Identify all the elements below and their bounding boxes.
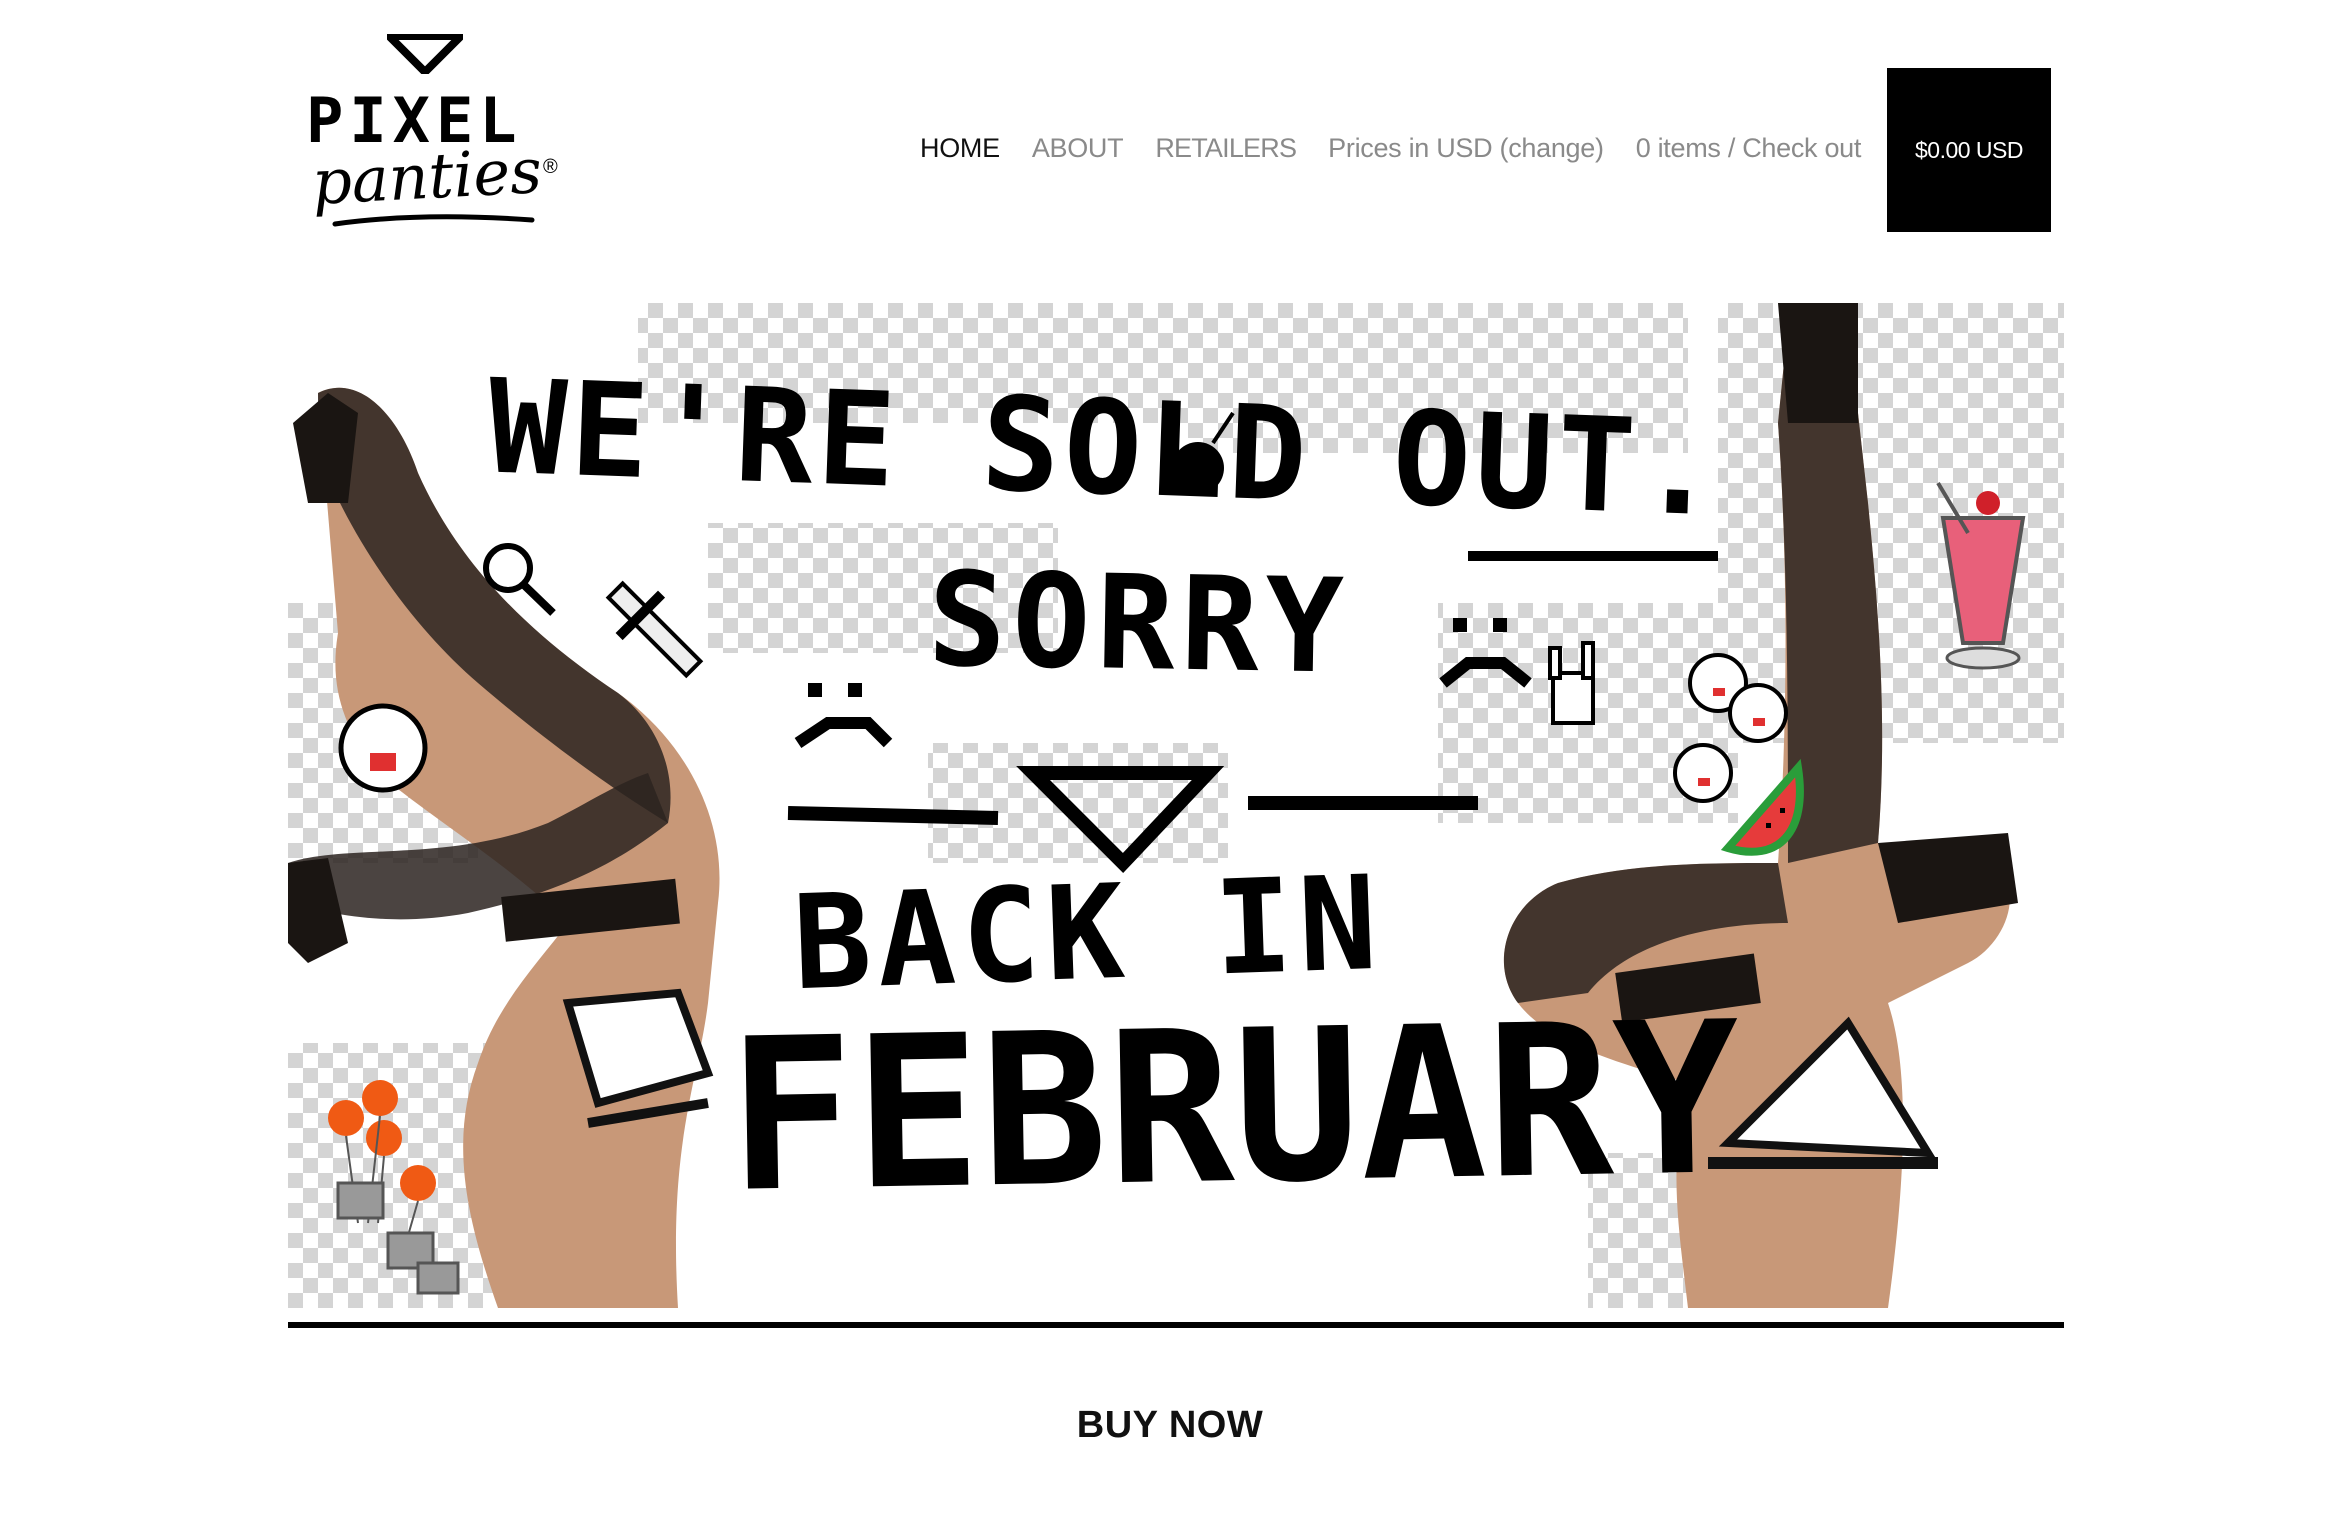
currency-change-link[interactable]: Prices in USD (change) [1328,133,1604,164]
hero-headline-sorry: SORRY [926,543,1351,703]
hero-bottom-rule [288,1322,2064,1328]
logo-underline-icon [332,214,535,227]
buy-now-link[interactable]: BUY NOW [0,1404,2340,1447]
sword-icon [605,580,704,679]
dash-left [787,806,999,825]
main-nav: HOME ABOUT RETAILERS Prices in USD (chan… [920,128,1893,168]
page: PIXEL panties ® HOME ABOUT RETAILERS Pri… [0,0,2340,1520]
nav-about-link[interactable]: ABOUT [1032,133,1124,164]
frown-icon [794,683,893,748]
cart-checkout-link[interactable]: 0 items / Check out [1636,133,1862,164]
hero-headline-february: FEBRUARY [725,976,1742,1239]
hero-banner[interactable]: WE'RE SOLD OUT. SORRY BACK IN FEBRUARY [288,303,2064,1308]
logo-triangle-icon [387,34,463,74]
ghost-icon [338,703,428,793]
nav-home-link[interactable]: HOME [920,133,1000,164]
logo-registered-mark: ® [543,156,558,178]
nav-retailers-link[interactable]: RETAILERS [1155,133,1297,164]
logo-script: panties [310,134,544,219]
brand-logo[interactable]: PIXEL panties ® [300,28,570,243]
out-underline [1468,551,1718,561]
hero-headline-sold-out: WE'RE SOLD OUT. [485,350,1725,546]
watermelon-icon [1720,758,1804,856]
cart-total-button[interactable]: $0.00 USD [1887,68,2051,232]
